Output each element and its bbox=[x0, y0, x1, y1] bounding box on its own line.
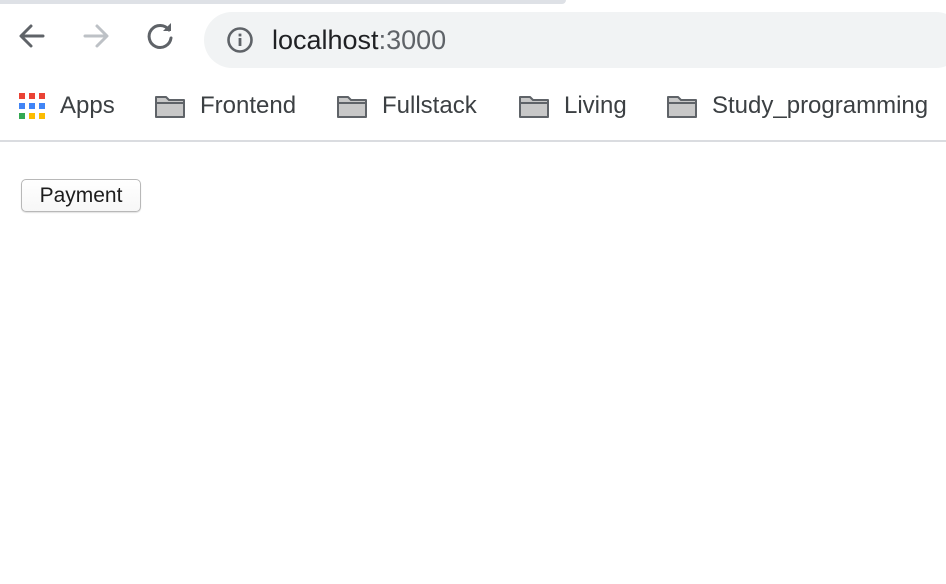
folder-icon bbox=[337, 96, 367, 118]
folder-icon bbox=[519, 96, 549, 118]
url-port: :3000 bbox=[378, 25, 447, 55]
payment-button[interactable]: Payment bbox=[21, 179, 141, 212]
bookmark-label: Living bbox=[564, 92, 627, 119]
apps-grid-icon bbox=[18, 92, 46, 120]
reload-button[interactable] bbox=[144, 20, 176, 52]
url-text[interactable]: localhost:3000 bbox=[272, 24, 446, 56]
back-button[interactable] bbox=[16, 20, 48, 52]
bookmark-label: Apps bbox=[60, 92, 115, 119]
page-content: Payment bbox=[0, 142, 946, 584]
info-icon[interactable] bbox=[226, 26, 254, 54]
bookmark-label: Frontend bbox=[200, 92, 297, 119]
bookmark-folder-living[interactable]: Living bbox=[518, 90, 627, 122]
reload-icon bbox=[147, 23, 173, 49]
folder-icon bbox=[667, 96, 697, 118]
bookmark-label: Fullstack bbox=[382, 92, 477, 119]
url-host: localhost bbox=[272, 25, 379, 55]
forward-button[interactable] bbox=[80, 20, 112, 52]
bookmark-apps[interactable]: Apps bbox=[18, 90, 115, 122]
bookmark-folder-frontend[interactable]: Frontend bbox=[154, 90, 296, 122]
bookmark-folder-study-programming[interactable]: Study_programming bbox=[666, 90, 928, 122]
arrow-left-icon bbox=[19, 24, 45, 48]
address-bar[interactable]: localhost:3000 bbox=[204, 12, 946, 68]
folder-icon bbox=[155, 96, 185, 118]
bookmark-label: Study_programming bbox=[712, 92, 929, 119]
arrow-right-icon bbox=[83, 24, 109, 48]
bookmarks-bar: Apps Frontend Fullstack Living Study_pro… bbox=[0, 76, 946, 142]
browser-toolbar: localhost:3000 bbox=[0, 4, 946, 76]
bookmark-folder-fullstack[interactable]: Fullstack bbox=[336, 90, 477, 122]
